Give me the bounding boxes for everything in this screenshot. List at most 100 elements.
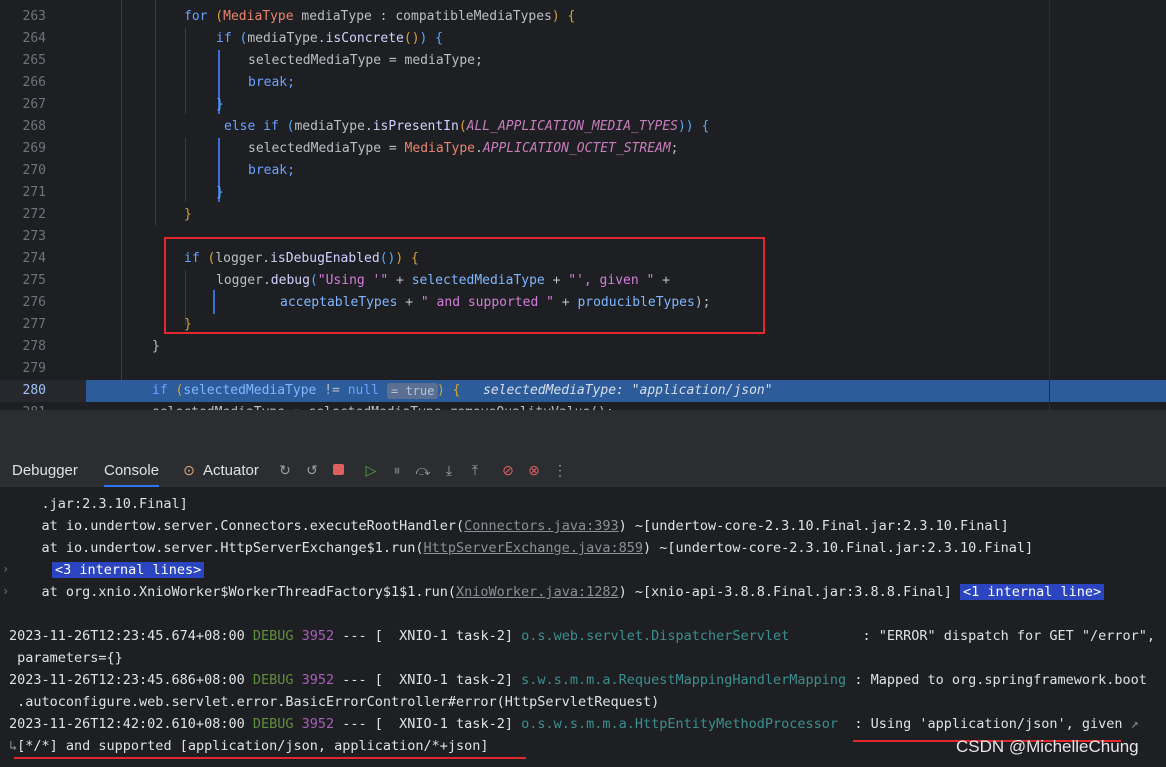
log-message: : Mapped to org.springframework.boot <box>846 672 1147 688</box>
code-line-267[interactable]: } <box>216 94 224 116</box>
resume-icon[interactable]: ▷ <box>363 462 379 478</box>
wrap-arrow-icon: ↗ <box>1122 716 1139 732</box>
log-line-continuation: ↳[*/*] and supported [application/json, … <box>9 735 489 757</box>
line-number: 279 <box>22 361 46 376</box>
paren: ( <box>231 31 248 46</box>
paren: ( <box>278 119 295 134</box>
rerun-icon[interactable]: ↻ <box>277 462 293 478</box>
code-text: mediaType : compatibleMediaTypes <box>293 9 552 24</box>
code-text: != <box>316 383 348 398</box>
code-line-272[interactable]: } <box>184 204 192 226</box>
code-line-271[interactable]: } <box>216 182 224 204</box>
method-name: isPresentIn <box>372 119 459 134</box>
log-thread: --- [ XNIO-1 task-2] <box>334 716 522 732</box>
step-into-icon[interactable]: ⤓ <box>441 462 457 478</box>
variable: selectedMediaType <box>183 383 317 398</box>
internal-lines-fold[interactable]: <3 internal lines> <box>52 562 205 578</box>
stack-frame-text: ) ~[undertow-core-2.3.10.Final.jar:2.3.1… <box>642 540 1034 556</box>
code-line-264[interactable]: if (mediaType.isConcrete()) { <box>216 28 443 50</box>
underline-annotation <box>14 757 526 759</box>
code-line-268[interactable]: else if (mediaType.isPresentIn(ALL_APPLI… <box>224 116 709 138</box>
log-logger-name[interactable]: o.s.w.s.m.m.a.HttpEntityMethodProcessor <box>521 716 846 732</box>
code-line-265[interactable]: selectedMediaType = mediaType; <box>248 50 483 72</box>
stack-frame-text: at org.xnio.XnioWorker$WorkerThreadFacto… <box>9 584 457 600</box>
stack-frame-text: at io.undertow.server.Connectors.execute… <box>9 518 465 534</box>
pause-icon[interactable]: ⏸ <box>389 462 405 478</box>
type-name: MediaType <box>404 141 475 156</box>
restart-icon[interactable]: ↺ <box>304 462 320 478</box>
line-number: 266 <box>22 75 46 90</box>
source-link[interactable]: XnioWorker.java:1282 <box>456 584 619 600</box>
type-name: MediaType <box>223 9 294 24</box>
indent-guide <box>185 138 186 202</box>
log-timestamp: 2023-11-26T12:42:02.610+08:00 <box>9 716 245 732</box>
internal-lines-fold[interactable]: <1 internal line> <box>959 584 1105 600</box>
indent-guide <box>155 0 156 225</box>
code-line-270[interactable]: break; <box>248 160 295 182</box>
log-message: [*/*] and supported [application/json, a… <box>17 738 489 754</box>
console-line: at io.undertow.server.Connectors.execute… <box>9 515 1009 537</box>
stack-frame-text: ) ~[xnio-api-3.8.8.Final.jar:3.8.8.Final… <box>618 584 952 600</box>
code-line-281[interactable]: selectedMediaType = selectedMediaType.re… <box>152 402 614 410</box>
line-number: 277 <box>22 317 46 332</box>
log-logger-name[interactable]: o.s.web.servlet.DispatcherServlet <box>521 628 854 644</box>
paren: ( <box>458 119 467 134</box>
inline-value-hint: = true <box>387 383 439 399</box>
debug-toolbar: Debugger Console ⊙ Actuator ↻ ↺ ▷ ⏸ ⤼ ⤓ … <box>0 455 1166 487</box>
code-text: mediaType. <box>247 31 326 46</box>
line-number: 278 <box>22 339 46 354</box>
code-line-263[interactable]: for (MediaType mediaType : compatibleMed… <box>184 6 575 28</box>
log-logger-name[interactable]: s.w.s.m.m.a.RequestMappingHandlerMapping <box>521 672 846 688</box>
source-link[interactable]: Connectors.java:393 <box>464 518 618 534</box>
line-number: 276 <box>22 295 46 310</box>
code-line-266[interactable]: break; <box>248 72 295 94</box>
log-pid: 3952 <box>301 672 335 688</box>
wrap-arrow-icon: ↳ <box>9 738 18 754</box>
console-output[interactable]: .jar:2.3.10.Final] at io.undertow.server… <box>0 487 1166 767</box>
code-line-269[interactable]: selectedMediaType = MediaType.APPLICATIO… <box>248 138 679 160</box>
actuator-icon[interactable]: ⊙ <box>181 462 197 478</box>
mute-breakpoints-icon[interactable]: ⊗ <box>526 462 542 478</box>
tab-debugger[interactable]: Debugger <box>12 455 78 487</box>
more-icon[interactable]: ⋮ <box>552 462 568 478</box>
line-number: 269 <box>22 141 46 156</box>
line-number: 281 <box>0 402 46 410</box>
line-number-current: 280 <box>22 383 46 398</box>
log-line: 2023-11-26T12:23:45.686+08:00 DEBUG 3952… <box>9 669 1147 691</box>
console-line: at io.undertow.server.HttpServerExchange… <box>9 537 1034 559</box>
breakpoints-icon[interactable]: ⊘ <box>500 462 516 478</box>
fold-chevron-icon[interactable]: › <box>2 562 9 576</box>
line-number: 268 <box>22 119 46 134</box>
line-number: 271 <box>22 185 46 200</box>
step-out-icon[interactable]: ⤒ <box>467 462 483 478</box>
tab-actuator[interactable]: Actuator <box>203 455 259 487</box>
log-thread: --- [ XNIO-1 task-2] <box>334 672 522 688</box>
log-timestamp: 2023-11-26T12:23:45.686+08:00 <box>9 672 245 688</box>
keyword: for <box>184 9 208 24</box>
code-text: selectedMediaType = <box>248 141 405 156</box>
log-level: DEBUG <box>252 716 294 732</box>
line-number: 270 <box>22 163 46 178</box>
tab-console[interactable]: Console <box>104 455 160 487</box>
code-line-280[interactable]: if (selectedMediaType != null <box>152 380 379 402</box>
log-thread: --- [ XNIO-1 task-2] <box>334 628 522 644</box>
code-text: ; <box>670 141 679 156</box>
line-number: 272 <box>22 207 46 222</box>
source-link[interactable]: HttpServerExchange.java:859 <box>424 540 643 556</box>
method-name: isConcrete <box>325 31 404 46</box>
line-number: 264 <box>22 31 46 46</box>
log-line: 2023-11-26T12:23:45.674+08:00 DEBUG 3952… <box>9 625 1155 647</box>
log-level: DEBUG <box>252 672 294 688</box>
code-line-278[interactable]: } <box>152 336 160 358</box>
line-number: 263 <box>22 9 46 24</box>
code-editor[interactable]: 263 264 265 266 267 268 269 270 271 272 … <box>0 0 1166 410</box>
stop-icon[interactable] <box>330 462 346 478</box>
line-number: 267 <box>22 97 46 112</box>
step-over-icon[interactable]: ⤼ <box>415 462 431 478</box>
right-margin-guide <box>1049 0 1050 410</box>
